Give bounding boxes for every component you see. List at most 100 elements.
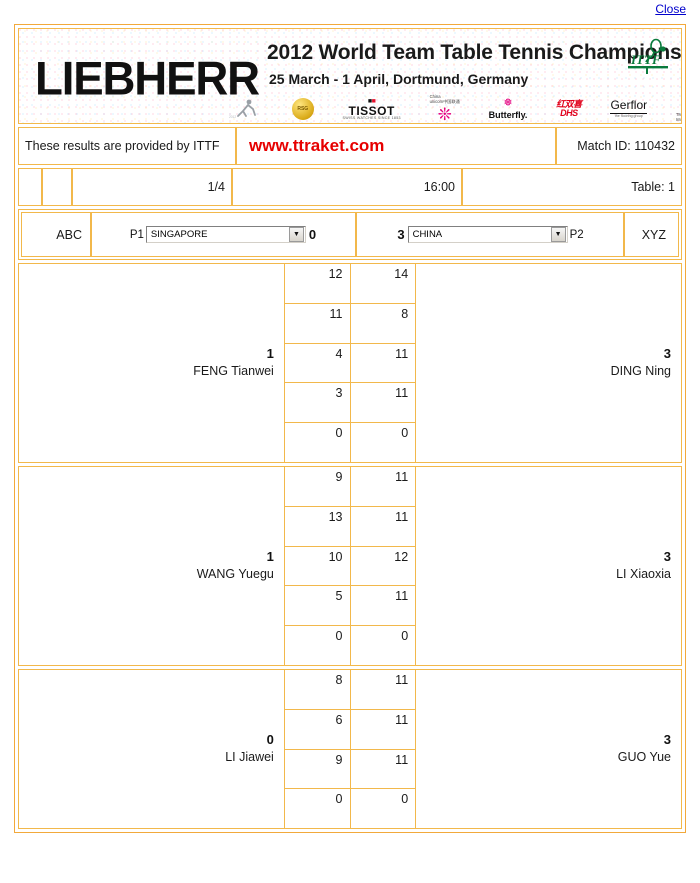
gerflor-logo: Gerflor the flooring group — [610, 97, 648, 119]
match-row: 0 LI Jiawei 8 11 6 11 9 11 0 0 3 GUO Yue — [18, 669, 682, 829]
game-row: 9 11 — [284, 748, 416, 789]
table-number-cell: Table: 1 — [462, 168, 682, 206]
game-score-left: 12 — [285, 264, 351, 303]
game-score-right: 0 — [401, 629, 409, 644]
left-player-name: WANG Yuegu — [196, 566, 274, 581]
left-team-selector-cell: P1 SINGAPORE ▼ 0 — [91, 212, 356, 257]
left-sets-won: 0 — [266, 731, 274, 747]
china-unicom-logo: China unicom中国联通 ❊ — [429, 93, 460, 124]
provided-by-cell: These results are provided by ITTF — [18, 127, 236, 165]
blank-cell-2 — [42, 168, 72, 206]
game-score-right: 11 — [395, 589, 409, 604]
start-time-cell: 16:00 — [232, 168, 462, 206]
left-player-name: LI Jiawei — [225, 749, 274, 764]
game-row: 0 0 — [284, 422, 416, 462]
game-score-right: 11 — [395, 712, 409, 727]
game-row: 3 11 — [284, 382, 416, 423]
game-row: 8 11 — [285, 670, 415, 709]
game-score-left: 6 — [285, 709, 351, 749]
p2-label: P2 — [569, 228, 584, 241]
match-left-player: 1 WANG Yuegu — [19, 467, 284, 665]
chevron-down-icon[interactable]: ▼ — [550, 227, 566, 242]
game-score-left: 0 — [285, 626, 351, 665]
game-score-right: 12 — [394, 549, 409, 564]
game-score-grid: 12 14 11 8 4 11 3 11 0 0 — [283, 264, 417, 462]
event-banner: LIEBHERR 2012 World Team Table Tennis Ch… — [18, 28, 682, 124]
game-score-right: 11 — [395, 470, 409, 484]
game-score-left: 8 — [285, 670, 351, 709]
close-link[interactable]: Close — [655, 2, 686, 16]
event-dates: 25 March - 1 April, Dortmund, Germany — [269, 71, 529, 87]
event-title: 2012 World Team Table Tennis Championshi… — [267, 41, 682, 64]
p1-label: P1 — [129, 228, 144, 241]
butterfly-logo: ❅ Butterfly. — [488, 97, 528, 121]
game-score-grid: 9 11 13 11 10 12 5 11 0 0 — [283, 467, 417, 665]
game-row: 11 8 — [284, 302, 416, 343]
right-team-code: XYZ — [624, 212, 679, 257]
match-right-player: 3 LI Xiaoxia — [416, 467, 681, 665]
game-score-left: 10 — [285, 546, 351, 586]
game-row: 4 11 — [284, 342, 416, 383]
game-score-right: 11 — [395, 509, 409, 524]
tms-international-logo: ➤ TMS International — [675, 111, 682, 122]
round-cell: 1/4 — [72, 168, 232, 206]
game-row: 0 0 — [284, 788, 416, 828]
blank-cell-1 — [18, 168, 42, 206]
left-sets-won: 1 — [266, 548, 274, 564]
info-row-schedule: 1/4 16:00 Table: 1 — [18, 168, 682, 206]
game-row: 0 0 — [284, 625, 416, 665]
svg-text:2012: 2012 — [229, 115, 236, 119]
site-url-cell[interactable]: www.ttraket.com — [236, 127, 556, 165]
right-player-name: GUO Yue — [617, 749, 671, 764]
game-row: 6 11 — [284, 708, 416, 749]
game-row: 13 11 — [284, 505, 416, 546]
teams-row: ABC P1 SINGAPORE ▼ 0 3 CHINA ▼ P2 XYZ — [21, 212, 679, 257]
left-team-code: ABC — [21, 212, 91, 257]
game-row: 10 12 — [284, 545, 416, 586]
gold-coin-logo: RSG — [291, 98, 314, 120]
match-row: 1 FENG Tianwei 12 14 11 8 4 11 3 11 0 0 … — [18, 263, 682, 463]
match-row: 1 WANG Yuegu 9 11 13 11 10 12 5 11 0 0 3… — [18, 466, 682, 666]
teams-band: ABC P1 SINGAPORE ▼ 0 3 CHINA ▼ P2 XYZ — [18, 209, 682, 260]
svg-text:ITTF: ITTF — [630, 52, 661, 67]
game-score-right: 11 — [395, 673, 409, 687]
right-sets-won: 3 — [663, 548, 671, 564]
liebherr-logo: LIEBHERR — [35, 53, 260, 105]
right-player-name: LI Xiaoxia — [616, 566, 671, 581]
game-score-right: 14 — [394, 267, 409, 281]
game-score-right: 11 — [395, 386, 409, 401]
match-result-page: Close LIEBHERR 2012 World Team Table Ten… — [0, 0, 700, 883]
match-left-player: 0 LI Jiawei — [19, 670, 284, 828]
game-row: 9 11 — [285, 467, 415, 506]
left-sets-won: 1 — [266, 345, 274, 361]
game-score-right: 0 — [401, 792, 409, 807]
tissot-logo: ■■ TISSOT SWISS WATCHES SINCE 1853 — [342, 97, 401, 120]
left-team-score: 0 — [308, 227, 317, 242]
right-team-dropdown[interactable]: CHINA ▼ — [407, 226, 568, 243]
match-right-player: 3 DING Ning — [416, 264, 681, 462]
right-team-score: 3 — [397, 227, 405, 242]
athlete-silhouette-logo: 2012 — [229, 98, 263, 120]
left-team-dropdown[interactable]: SINGAPORE ▼ — [145, 226, 306, 243]
game-score-right: 0 — [401, 426, 409, 441]
game-score-right: 11 — [395, 752, 409, 767]
game-score-left: 13 — [285, 506, 351, 546]
match-left-player: 1 FENG Tianwei — [19, 264, 284, 462]
game-score-right: 8 — [401, 306, 409, 321]
chevron-down-icon[interactable]: ▼ — [288, 227, 304, 242]
game-score-left: 9 — [285, 749, 351, 789]
ittf-logo: ITTF — [628, 38, 668, 74]
game-score-left: 9 — [285, 467, 351, 506]
game-score-left: 0 — [285, 423, 351, 462]
game-score-left: 4 — [285, 343, 351, 383]
game-score-left: 3 — [285, 383, 351, 423]
info-row-provider: These results are provided by ITTF www.t… — [18, 127, 682, 165]
site-url-text: www.ttraket.com — [249, 136, 385, 155]
close-bar: Close — [0, 0, 700, 20]
result-sheet: LIEBHERR 2012 World Team Table Tennis Ch… — [14, 24, 686, 833]
right-player-name: DING Ning — [610, 363, 671, 378]
right-sets-won: 3 — [663, 731, 671, 747]
right-sets-won: 3 — [663, 345, 671, 361]
match-right-player: 3 GUO Yue — [416, 670, 681, 828]
game-score-grid: 8 11 6 11 9 11 0 0 — [283, 670, 417, 828]
